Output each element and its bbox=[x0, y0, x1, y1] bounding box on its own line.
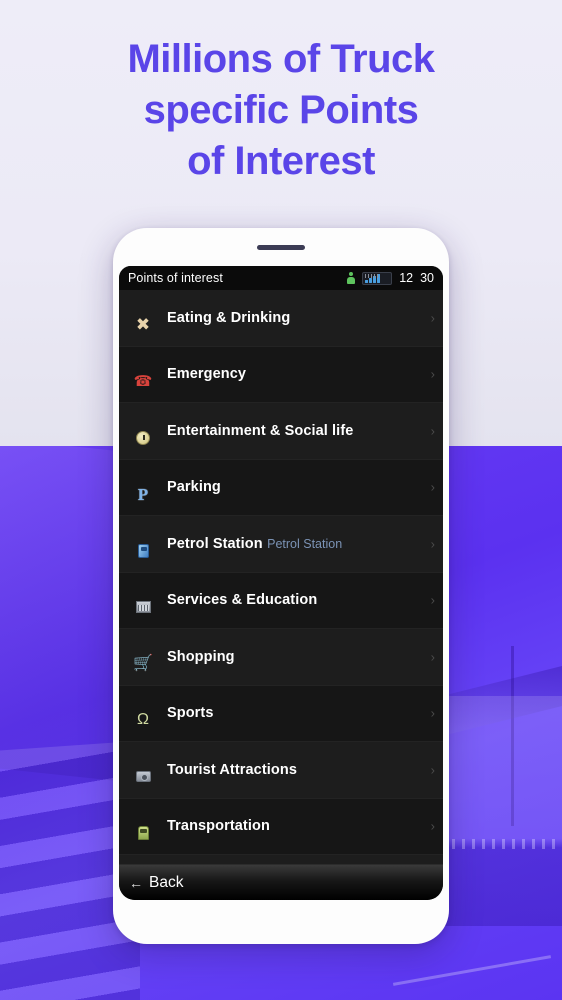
camera-icon bbox=[119, 771, 167, 783]
status-bar-title: Points of interest bbox=[128, 271, 223, 285]
list-item-label: Services & Education bbox=[167, 592, 318, 609]
person-icon bbox=[347, 272, 356, 284]
list-item-label: Eating & Drinking bbox=[167, 309, 291, 326]
earpiece-speaker bbox=[257, 245, 305, 250]
list-item-texts: Transportation bbox=[167, 817, 443, 835]
list-item[interactable]: Transportation › bbox=[119, 798, 443, 855]
status-value-2: 30 bbox=[420, 271, 434, 285]
cutlery-icon: ✖ bbox=[135, 315, 151, 335]
list-item[interactable]: Vehicle Services › bbox=[119, 855, 443, 864]
list-item-label: Parking bbox=[167, 479, 221, 496]
chevron-right-icon[interactable]: › bbox=[431, 762, 435, 777]
list-item-label: Shopping bbox=[167, 648, 235, 665]
headline-line-2: specific Points bbox=[143, 87, 419, 132]
list-item[interactable]: Entertainment & Social life › bbox=[119, 403, 443, 460]
signal-bars-icon bbox=[362, 271, 393, 285]
list-item-texts: Emergency bbox=[167, 365, 443, 383]
chevron-right-icon[interactable]: › bbox=[431, 819, 435, 834]
list-item[interactable]: 🛒 Shopping › bbox=[119, 629, 443, 686]
back-button-label: Back bbox=[149, 873, 184, 891]
back-button[interactable]: ← Back bbox=[119, 864, 443, 900]
chevron-right-icon[interactable]: › bbox=[431, 367, 435, 382]
parking-icon: P bbox=[137, 484, 149, 504]
list-item-texts: Entertainment & Social life bbox=[167, 422, 443, 440]
chevron-right-icon[interactable]: › bbox=[431, 423, 435, 438]
chevron-right-icon[interactable]: › bbox=[431, 310, 435, 325]
page-title: Millions of Truck specific Points of Int… bbox=[0, 34, 562, 186]
chevron-right-icon[interactable]: › bbox=[431, 536, 435, 551]
emergency-icon: ☎ bbox=[133, 372, 153, 390]
road-marking bbox=[392, 955, 552, 986]
list-item[interactable]: ✖ Eating & Drinking › bbox=[119, 290, 443, 347]
status-bar-indicators: 12 30 bbox=[347, 271, 434, 285]
shopping-cart-icon: 🛒 bbox=[133, 654, 153, 672]
list-item[interactable]: P Parking › bbox=[119, 459, 443, 516]
chevron-right-icon[interactable]: › bbox=[431, 706, 435, 721]
status-value-1: 12 bbox=[399, 271, 414, 285]
arrow-left-icon: ← bbox=[129, 874, 143, 891]
list-item[interactable]: ☎ Emergency › bbox=[119, 346, 443, 403]
chevron-right-icon[interactable]: › bbox=[431, 480, 435, 495]
list-item-texts: Eating & Drinking bbox=[167, 309, 443, 327]
headline-line-3: of Interest bbox=[187, 138, 375, 183]
list-item-sublabel: Petrol Station bbox=[267, 536, 343, 551]
list-item-label: Entertainment & Social life bbox=[167, 422, 354, 439]
list-item[interactable]: Services & Education › bbox=[119, 572, 443, 629]
headline-line-1: Millions of Truck bbox=[127, 37, 435, 81]
list-item-texts: Services & Education bbox=[167, 591, 443, 609]
fuel-pump-icon bbox=[119, 543, 167, 558]
list-item-texts: Tourist Attractions bbox=[167, 761, 443, 779]
entertainment-icon bbox=[119, 430, 167, 445]
list-item-label: Transportation bbox=[167, 818, 270, 835]
list-item[interactable]: Ω Sports › bbox=[119, 685, 443, 742]
list-item-label: Emergency bbox=[167, 366, 247, 383]
chevron-right-icon[interactable]: › bbox=[431, 649, 435, 664]
phone-mockup: Points of interest 12 30 ✖ Eating & Drin… bbox=[113, 228, 449, 944]
list-item-texts: Petrol Station Petrol Station bbox=[167, 535, 443, 553]
list-item-texts: Sports bbox=[167, 704, 443, 722]
bus-icon bbox=[119, 826, 167, 841]
list-item-label: Petrol Station bbox=[167, 535, 263, 552]
sports-icon: Ω bbox=[137, 711, 149, 729]
building-icon bbox=[119, 601, 167, 614]
phone-screen: Points of interest 12 30 ✖ Eating & Drin… bbox=[119, 266, 443, 900]
chevron-right-icon[interactable]: › bbox=[431, 593, 435, 608]
points-of-interest-list[interactable]: ✖ Eating & Drinking › ☎ Emergency › Ente… bbox=[119, 290, 443, 864]
list-item-label: Tourist Attractions bbox=[167, 761, 297, 778]
list-item-texts: Parking bbox=[167, 478, 443, 496]
status-bar: Points of interest 12 30 bbox=[119, 266, 443, 290]
list-item[interactable]: Tourist Attractions › bbox=[119, 742, 443, 799]
list-item-label: Sports bbox=[167, 705, 214, 722]
list-item-texts: Shopping bbox=[167, 648, 443, 666]
list-item[interactable]: Petrol Station Petrol Station › bbox=[119, 516, 443, 573]
